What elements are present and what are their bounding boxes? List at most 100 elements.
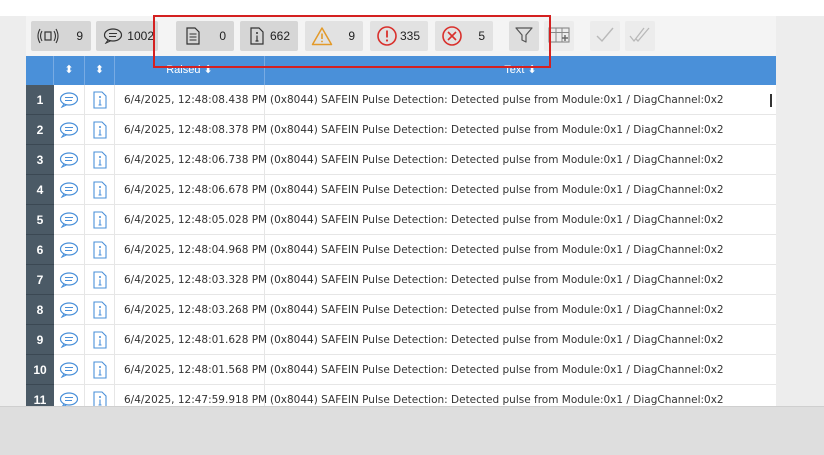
message-bubble-icon[interactable] xyxy=(54,205,85,235)
error-count: 5 xyxy=(478,29,485,43)
info-icon xyxy=(85,115,115,145)
info-filter-button[interactable]: 662 xyxy=(240,21,298,51)
filter-icon xyxy=(514,25,534,48)
messages-count: 1002 xyxy=(127,29,154,43)
raised-cell: 6/4/2025, 12:48:08.438 PM xyxy=(115,85,267,115)
text-cell: (0x8044) SAFEIN Pulse Detection: Detecte… xyxy=(270,244,724,256)
message-bubble-icon[interactable] xyxy=(54,355,85,385)
event-log-panel: 9 1002 0 662 9 335 5 ⬍ ⬍ Raised ⬍ Text ⬍… xyxy=(26,16,776,406)
row-number-header xyxy=(26,56,54,85)
document-icon xyxy=(182,25,204,47)
top-strip xyxy=(0,0,824,16)
raised-cell: 6/4/2025, 12:48:05.028 PM xyxy=(115,205,267,235)
message-bubble-icon xyxy=(102,25,124,47)
raised-cell: 6/4/2025, 12:47:59.918 PM xyxy=(115,385,267,406)
row-number: 6 xyxy=(26,235,54,265)
add-column-button[interactable] xyxy=(544,21,574,51)
row-number: 4 xyxy=(26,175,54,205)
info-icon xyxy=(85,355,115,385)
row-number: 2 xyxy=(26,115,54,145)
row-number: 7 xyxy=(26,265,54,295)
row-number: 5 xyxy=(26,205,54,235)
alert-filter-button[interactable]: 335 xyxy=(370,21,428,51)
messages-filter-button[interactable]: 1002 xyxy=(96,21,158,51)
document-count: 0 xyxy=(219,29,226,43)
table-row[interactable]: 3 6/4/2025, 12:48:06.738 PM (0x8044) SAF… xyxy=(26,145,776,175)
alert-circle-icon xyxy=(376,25,398,47)
raised-cell: 6/4/2025, 12:48:01.628 PM xyxy=(115,325,267,355)
row-number: 1 xyxy=(26,85,54,115)
acknowledge-button[interactable] xyxy=(590,21,620,51)
message-bubble-icon[interactable] xyxy=(54,235,85,265)
message-bubble-icon[interactable] xyxy=(54,295,85,325)
table-row[interactable]: 5 6/4/2025, 12:48:05.028 PM (0x8044) SAF… xyxy=(26,205,776,235)
text-cell: (0x8044) SAFEIN Pulse Detection: Detecte… xyxy=(270,124,724,136)
table-row[interactable]: 10 6/4/2025, 12:48:01.568 PM (0x8044) SA… xyxy=(26,355,776,385)
error-x-icon xyxy=(441,25,463,47)
table-row[interactable]: 7 6/4/2025, 12:48:03.328 PM (0x8044) SAF… xyxy=(26,265,776,295)
table-row[interactable]: 6 6/4/2025, 12:48:04.968 PM (0x8044) SAF… xyxy=(26,235,776,265)
type-column-header[interactable]: ⬍ xyxy=(85,56,115,85)
footer-area xyxy=(0,406,824,455)
raised-cell: 6/4/2025, 12:48:04.968 PM xyxy=(115,235,267,265)
message-bubble-icon[interactable] xyxy=(54,85,85,115)
message-bubble-icon[interactable] xyxy=(54,145,85,175)
text-cell: (0x8044) SAFEIN Pulse Detection: Detecte… xyxy=(270,334,724,346)
raised-cell: 6/4/2025, 12:48:06.678 PM xyxy=(115,175,267,205)
table-row[interactable]: 4 6/4/2025, 12:48:06.678 PM (0x8044) SAF… xyxy=(26,175,776,205)
filter-button[interactable] xyxy=(509,21,539,51)
text-cell: (0x8044) SAFEIN Pulse Detection: Detecte… xyxy=(270,274,724,286)
text-cell: (0x8044) SAFEIN Pulse Detection: Detecte… xyxy=(270,154,724,166)
row-number: 8 xyxy=(26,295,54,325)
signal-icon xyxy=(37,25,59,47)
text-cell: (0x8044) SAFEIN Pulse Detection: Detecte… xyxy=(270,94,724,106)
message-bubble-icon[interactable] xyxy=(54,115,85,145)
info-icon xyxy=(85,325,115,355)
acknowledge-all-button[interactable] xyxy=(625,21,655,51)
info-count: 662 xyxy=(269,29,290,43)
message-bubble-icon[interactable] xyxy=(54,265,85,295)
info-icon xyxy=(85,205,115,235)
table-row[interactable]: 11 6/4/2025, 12:47:59.918 PM (0x8044) SA… xyxy=(26,385,776,406)
double-check-icon xyxy=(628,25,652,48)
info-icon xyxy=(85,175,115,205)
info-icon xyxy=(85,385,115,406)
raised-cell: 6/4/2025, 12:48:03.268 PM xyxy=(115,295,267,325)
info-icon xyxy=(85,265,115,295)
text-cell: (0x8044) SAFEIN Pulse Detection: Detecte… xyxy=(270,394,724,406)
table-header: ⬍ ⬍ Raised ⬍ Text ⬍ xyxy=(26,56,776,85)
warning-count: 9 xyxy=(348,29,355,43)
alert-count: 335 xyxy=(399,29,420,43)
toolbar: 9 1002 0 662 9 335 5 xyxy=(26,16,776,56)
text-cell: (0x8044) SAFEIN Pulse Detection: Detecte… xyxy=(270,364,724,376)
raised-cell: 6/4/2025, 12:48:03.328 PM xyxy=(115,265,267,295)
message-column-header[interactable]: ⬍ xyxy=(54,56,85,85)
document-filter-button[interactable]: 0 xyxy=(176,21,234,51)
table-row[interactable]: 2 6/4/2025, 12:48:08.378 PM (0x8044) SAF… xyxy=(26,115,776,145)
info-icon xyxy=(246,25,268,47)
info-icon xyxy=(85,295,115,325)
warning-icon xyxy=(311,25,333,47)
raised-column-header[interactable]: Raised ⬍ xyxy=(115,56,265,85)
row-number: 3 xyxy=(26,145,54,175)
message-bubble-icon[interactable] xyxy=(54,175,85,205)
table-row[interactable]: 1 6/4/2025, 12:48:08.438 PM (0x8044) SAF… xyxy=(26,85,776,115)
row-number: 9 xyxy=(26,325,54,355)
text-cell: (0x8044) SAFEIN Pulse Detection: Detecte… xyxy=(270,184,724,196)
message-bubble-icon[interactable] xyxy=(54,385,85,406)
connection-filter-button[interactable]: 9 xyxy=(31,21,91,51)
message-bubble-icon[interactable] xyxy=(54,325,85,355)
table-row[interactable]: 9 6/4/2025, 12:48:01.628 PM (0x8044) SAF… xyxy=(26,325,776,355)
check-icon xyxy=(594,25,616,48)
table-row[interactable]: 8 6/4/2025, 12:48:03.268 PM (0x8044) SAF… xyxy=(26,295,776,325)
error-filter-button[interactable]: 5 xyxy=(435,21,493,51)
text-column-header[interactable]: Text ⬍ xyxy=(265,56,776,85)
text-cell: (0x8044) SAFEIN Pulse Detection: Detecte… xyxy=(270,214,724,226)
warning-filter-button[interactable]: 9 xyxy=(305,21,363,51)
row-number: 11 xyxy=(26,385,54,406)
raised-cell: 6/4/2025, 12:48:06.738 PM xyxy=(115,145,267,175)
row-number: 10 xyxy=(26,355,54,385)
raised-cell: 6/4/2025, 12:48:01.568 PM xyxy=(115,355,267,385)
info-icon xyxy=(85,145,115,175)
text-cursor xyxy=(770,94,772,107)
